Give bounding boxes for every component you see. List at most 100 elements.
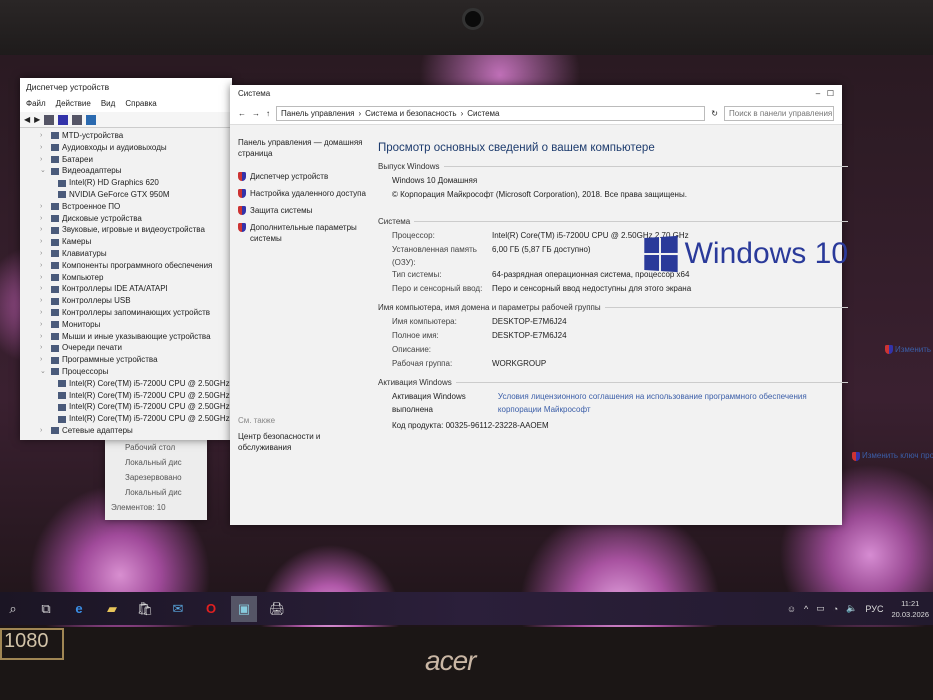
device-manager-icon[interactable]: 🖨 bbox=[264, 596, 290, 622]
window-controls[interactable]: – ☐ bbox=[816, 89, 834, 99]
device-tree-node[interactable]: › Контроллеры IDE ATA/ATAPI bbox=[20, 283, 232, 295]
search-icon[interactable]: ⌕ bbox=[0, 596, 26, 622]
chevron-right-icon[interactable]: › bbox=[40, 354, 48, 366]
device-tree-node[interactable]: › Клавиатуры bbox=[20, 248, 232, 260]
edge-icon[interactable]: e bbox=[66, 596, 92, 622]
device-tree-node[interactable]: › Звуковые, игровые и видеоустройства bbox=[20, 224, 232, 236]
device-tree-node[interactable]: Intel(R) Core(TM) i5-7200U CPU @ 2.50GHz bbox=[20, 378, 232, 390]
device-tree-node[interactable]: Intel(R) Core(TM) i5-7200U CPU @ 2.50GHz bbox=[20, 401, 232, 413]
address-bar[interactable]: Панель управления › Система и безопасност… bbox=[276, 106, 706, 121]
device-tree-node[interactable]: › Мыши и иные указывающие устройства bbox=[20, 331, 232, 343]
device-tree-node[interactable]: › Встроенное ПО bbox=[20, 201, 232, 213]
explorer-item[interactable]: Локальный дис bbox=[105, 455, 207, 470]
explorer-window[interactable]: Рабочий стол Локальный дис Зарезервовано… bbox=[105, 440, 207, 520]
menu-file[interactable]: Файл bbox=[26, 99, 46, 111]
update-driver-icon[interactable] bbox=[72, 114, 83, 125]
device-tree-node[interactable]: › Батареи bbox=[20, 154, 232, 166]
menu-help[interactable]: Справка bbox=[125, 99, 156, 111]
up-icon[interactable]: ↑ bbox=[266, 109, 270, 118]
chevron-right-icon[interactable]: › bbox=[40, 236, 48, 248]
device-tree-node[interactable]: › Мониторы bbox=[20, 319, 232, 331]
breadcrumb-3[interactable]: Система bbox=[467, 109, 499, 118]
sidebar-system-protection[interactable]: Защита системы bbox=[250, 205, 312, 216]
task-view-icon[interactable]: ⧉ bbox=[33, 596, 59, 622]
device-tree-node[interactable]: ⌄ Процессоры bbox=[20, 366, 232, 378]
device-tree-node[interactable]: › Камеры bbox=[20, 236, 232, 248]
chevron-right-icon[interactable]: › bbox=[40, 213, 48, 225]
chevron-right-icon[interactable]: › bbox=[40, 201, 48, 213]
menu-action[interactable]: Действие bbox=[56, 99, 91, 111]
breadcrumb-2[interactable]: Система и безопасность bbox=[365, 109, 456, 118]
explorer-item[interactable]: Локальный дис bbox=[105, 485, 207, 500]
chevron-right-icon[interactable]: › bbox=[40, 319, 48, 331]
change-key-link[interactable]: Изменить ключ продукта bbox=[852, 451, 933, 461]
refresh-icon[interactable]: ↻ bbox=[711, 109, 718, 118]
system-window[interactable]: Система – ☐ ← → ↑ Панель управления › Систе… bbox=[230, 85, 933, 525]
menu-view[interactable]: Вид bbox=[101, 99, 115, 111]
device-tree-node[interactable]: › Контроллеры USB bbox=[20, 295, 232, 307]
device-tree: › MTD-устройства › Аудиовходы и аудиовыходы… bbox=[20, 128, 232, 437]
sidebar-advanced-settings[interactable]: Дополнительные параметры системы bbox=[250, 222, 368, 244]
chevron-right-icon[interactable]: › bbox=[40, 283, 48, 295]
chevron-up-icon[interactable]: ^ bbox=[804, 604, 808, 614]
file-explorer-icon[interactable]: ▰ bbox=[99, 596, 125, 622]
chevron-right-icon[interactable]: › bbox=[40, 224, 48, 236]
breadcrumb-1[interactable]: Панель управления bbox=[281, 109, 355, 118]
device-tree-node[interactable]: › Дисковые устройства bbox=[20, 213, 232, 225]
opera-icon[interactable]: O bbox=[198, 596, 224, 622]
device-tree-node[interactable]: › Компьютер bbox=[20, 272, 232, 284]
network-icon[interactable]: ◔ bbox=[833, 604, 838, 614]
device-tree-node[interactable]: › Контроллеры запоминающих устройств bbox=[20, 307, 232, 319]
device-tree-node[interactable]: ⌄ Видеоадаптеры bbox=[20, 165, 232, 177]
device-icon bbox=[51, 427, 59, 435]
battery-icon[interactable]: ▭ bbox=[816, 603, 825, 614]
forward-icon[interactable]: ▶ bbox=[34, 115, 40, 124]
device-tree-node[interactable]: Intel(R) HD Graphics 620 bbox=[20, 177, 232, 189]
volume-icon[interactable]: 🔈 bbox=[846, 603, 857, 614]
explorer-item[interactable]: Зарезервовано bbox=[105, 470, 207, 485]
device-tree-node[interactable]: Intel(R) Core(TM) i5-7200U CPU @ 2.50GHz bbox=[20, 413, 232, 425]
forward-icon[interactable]: → bbox=[252, 109, 260, 118]
mail-icon[interactable]: ✉ bbox=[165, 596, 191, 622]
chevron-right-icon[interactable]: › bbox=[40, 130, 48, 142]
control-panel-icon[interactable]: ▣ bbox=[231, 595, 257, 622]
chevron-right-icon[interactable]: › bbox=[40, 154, 48, 166]
chevron-right-icon[interactable]: › bbox=[40, 260, 48, 272]
help-icon[interactable] bbox=[58, 114, 69, 125]
language-indicator[interactable]: РУС bbox=[865, 604, 883, 614]
device-tree-node[interactable]: › Компоненты программного обеспечения bbox=[20, 260, 232, 272]
properties-icon[interactable] bbox=[44, 114, 55, 125]
change-settings-link[interactable]: Изменить параметры bbox=[885, 344, 933, 355]
chevron-right-icon[interactable]: › bbox=[40, 142, 48, 154]
scan-hardware-icon[interactable] bbox=[86, 114, 97, 125]
device-tree-node[interactable]: › Аудиовходы и аудиовыходы bbox=[20, 142, 232, 154]
search-input[interactable] bbox=[724, 106, 834, 121]
device-tree-node[interactable]: Intel(R) Core(TM) i5-7200U CPU @ 2.50GHz bbox=[20, 390, 232, 402]
chevron-right-icon[interactable]: › bbox=[40, 307, 48, 319]
chevron-right-icon[interactable]: › bbox=[40, 425, 48, 437]
sidebar-remote-settings[interactable]: Настройка удаленного доступа bbox=[250, 188, 366, 199]
device-tree-node[interactable]: › MTD-устройства bbox=[20, 130, 232, 142]
explorer-item[interactable]: Рабочий стол bbox=[105, 440, 207, 455]
device-manager-window[interactable]: Диспетчер устройств Файл Действие Вид Сп… bbox=[20, 78, 232, 440]
back-icon[interactable]: ← bbox=[238, 109, 246, 118]
chevron-down-icon[interactable]: ⌄ bbox=[40, 366, 48, 378]
sidebar-device-manager[interactable]: Диспетчер устройств bbox=[250, 171, 328, 182]
chevron-right-icon[interactable]: › bbox=[40, 331, 48, 343]
device-tree-node[interactable]: › Программные устройства bbox=[20, 354, 232, 366]
device-tree-node[interactable]: › Сетевые адаптеры bbox=[20, 425, 232, 437]
chevron-right-icon[interactable]: › bbox=[40, 248, 48, 260]
sidebar-home-link[interactable]: Панель управления — домашняя страница bbox=[238, 137, 368, 159]
people-icon[interactable]: ☺ bbox=[787, 604, 796, 614]
device-tree-node[interactable]: NVIDIA GeForce GTX 950M bbox=[20, 189, 232, 201]
store-icon[interactable]: 🛍 bbox=[132, 596, 158, 622]
chevron-right-icon[interactable]: › bbox=[40, 272, 48, 284]
chevron-right-icon[interactable]: › bbox=[40, 295, 48, 307]
chevron-right-icon[interactable]: › bbox=[40, 342, 48, 354]
back-icon[interactable]: ◀ bbox=[24, 115, 30, 124]
security-center-link[interactable]: Центр безопасности и обслуживания bbox=[238, 431, 368, 453]
device-tree-node[interactable]: › Очереди печати bbox=[20, 342, 232, 354]
clock[interactable]: 11:21 20.03.2026 bbox=[891, 598, 929, 620]
license-terms-link[interactable]: Условия лицензионного соглашения на испо… bbox=[498, 391, 848, 416]
chevron-down-icon[interactable]: ⌄ bbox=[40, 165, 48, 177]
